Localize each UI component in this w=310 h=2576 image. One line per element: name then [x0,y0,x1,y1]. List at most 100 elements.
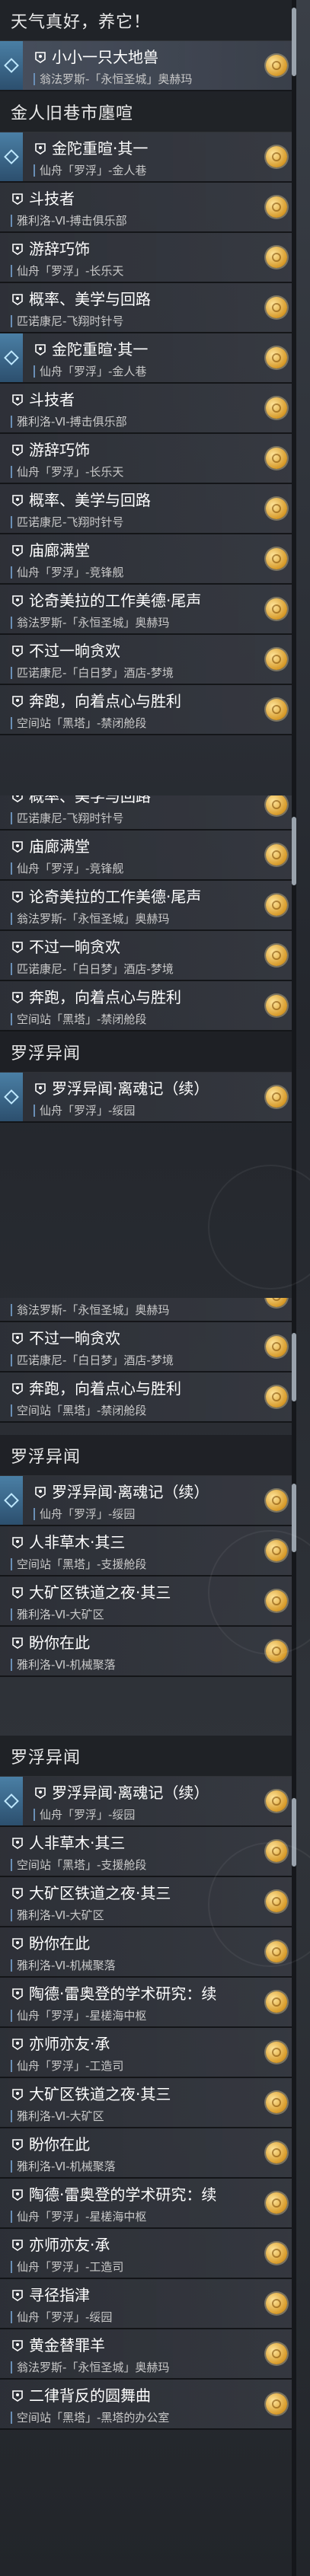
quest-item[interactable]: 金陀重暄·其一 仙舟「罗浮」-金人巷 [0,333,296,384]
quest-item[interactable]: 概率、美学与回路 匹诺康尼-飞翔时针号 [0,484,296,534]
quest-location: 仙舟「罗浮」-绥园 [40,1507,136,1521]
tracked-quest-marker-icon [0,1073,23,1121]
quest-title: 论奇美拉的工作美德·尾声 [29,888,202,906]
scrollbar-thumb[interactable] [292,1333,296,1401]
scrollbar-thumb[interactable] [292,1798,296,1867]
quest-item[interactable]: 游辞巧饰 仙舟「罗浮」-长乐天 [0,434,296,484]
quest-location: 雅利洛-Ⅵ-搏击俱乐部 [17,415,127,429]
quest-title: 陶德·雷奥登的学术研究：续 [29,2185,217,2204]
quest-type-icon [11,242,24,256]
location-pin-icon [11,2109,12,2122]
quest-item[interactable]: 概率、美学与回路 匹诺康尼-飞翔时针号 [0,795,296,831]
reward-coin-icon [266,2343,287,2364]
quest-type-icon [11,1886,24,1900]
quest-item[interactable]: 人非草木·其三 空间站「黑塔」-支援舱段 [0,1827,296,1877]
quest-type-icon [34,1082,47,1095]
quest-item[interactable]: 论奇美拉的工作美德·尾声翁法罗斯-「永恒圣城」奥赫玛 [0,881,296,931]
reward-coin-icon [266,397,287,419]
quest-type-icon [11,2338,24,2352]
quest-location: 雅利洛-Ⅵ-大矿区 [17,2109,104,2123]
quest-item[interactable]: 人非草木·其三 空间站「黑塔」-支援舱段 [0,1526,296,1577]
quest-type-icon [34,1485,47,1499]
quest-list-panel: 罗浮异闻 罗浮异闻·离魂记（续） 仙舟「罗浮」-绥园 人非草木·其三 空间站「黑塔」-支… [0,1435,296,1736]
reward-coin-icon [266,448,287,469]
quest-type-icon [11,1382,24,1395]
quest-item[interactable]: 不过一晌贪欢匹诺康尼-「白日梦」酒店-梦境 [0,635,296,685]
quest-item[interactable]: 陶德·雷奥登的学术研究：续 仙舟「罗浮」-星槎海中枢 [0,1978,296,2028]
location-pin-icon [11,214,12,227]
tracked-quest-marker-icon [0,1777,23,1825]
reward-coin-icon [266,146,287,167]
tracked-quest-marker-icon [0,1476,23,1525]
quest-item[interactable]: 亦师亦友·承 仙舟「罗浮」-工造司 [0,2028,296,2078]
category-header[interactable]: 天气真好，养它！ [0,0,296,41]
reward-coin-icon [266,1490,287,1511]
scrollbar-thumb[interactable] [292,8,296,76]
quest-item[interactable]: 盼你在此 雅利洛-Ⅵ-机械聚落 [0,1627,296,1677]
quest-item[interactable]: 罗浮异闻·离魂记（续） 仙舟「罗浮」-绥园 [0,1777,296,1827]
quest-item[interactable]: 概率、美学与回路 匹诺康尼-飞翔时针号 [0,283,296,333]
quest-item[interactable]: 奔跑，向着点心与胜利 空间站「黑塔」-禁闭舱段 [0,685,296,735]
quest-item[interactable]: 大矿区铁道之夜·其三 雅利洛-Ⅵ-大矿区 [0,1577,296,1627]
location-pin-icon [11,1858,12,1871]
quest-item[interactable]: 小小一只大地兽 翁法罗斯-「永恒圣城」奥赫玛 [0,41,296,91]
quest-item[interactable]: 斗技者 雅利洛-Ⅵ-搏击俱乐部 [0,183,296,233]
quest-item[interactable]: 游辞巧饰 仙舟「罗浮」-长乐天 [0,233,296,283]
quest-item[interactable]: 不过一晌贪欢 匹诺康尼-「白日梦」酒店-梦境 [0,931,296,981]
quest-location: 空间站「黑塔」-禁闭舱段 [17,1404,147,1417]
scrollbar-track[interactable] [292,1736,296,2576]
quest-location: 翁法罗斯-「永恒圣城」奥赫玛 [17,616,170,630]
quest-item[interactable]: 斗技者 雅利洛-Ⅵ-搏击俱乐部 [0,384,296,434]
quest-item[interactable]: 论奇美拉的工作美德·尾声翁法罗斯-「永恒圣城」奥赫玛 [0,585,296,635]
quest-type-icon [11,493,24,507]
quest-location: 仙舟「罗浮」-星槎海中枢 [17,2210,147,2224]
category-header[interactable]: 罗浮异闻 [0,1435,296,1476]
quest-title: 庙廊满堂 [29,541,90,560]
quest-item[interactable]: 论奇美拉的工作美德·尾声翁法罗斯-「永恒圣城」奥赫玛 [0,1298,296,1322]
quest-location: 匹诺康尼-「白日梦」酒店-梦境 [17,666,174,680]
reward-coin-icon [266,2293,287,2314]
quest-item[interactable]: 罗浮异闻·离魂记（续） 仙舟「罗浮」-绥园 [0,1476,296,1526]
quest-item[interactable]: 寻径指津 仙舟「罗浮」-绥园 [0,2279,296,2329]
quest-item[interactable]: 大矿区铁道之夜·其三 雅利洛-Ⅵ-大矿区 [0,2078,296,2128]
quest-item[interactable]: 黄金替罪羊 翁法罗斯-「永恒圣城」奥赫玛 [0,2329,296,2380]
category-header[interactable]: 金人旧巷市廛喧 [0,91,296,132]
quest-title: 概率、美学与回路 [29,491,151,509]
quest-item[interactable]: 盼你在此 雅利洛-Ⅵ-机械聚落 [0,1927,296,1978]
quest-type-icon [11,2389,24,2402]
quest-item[interactable]: 奔跑，向着点心与胜利 空间站「黑塔」-禁闭舱段 [0,981,296,1031]
quest-item[interactable]: 庙廊满堂 仙舟「罗浮」-竞锋舰 [0,831,296,881]
quest-item[interactable]: 不过一晌贪欢 匹诺康尼-「白日梦」酒店-梦境 [0,1322,296,1372]
reward-coin-icon [266,498,287,519]
scrollbar-track[interactable] [292,1298,296,1435]
location-pin-icon [34,365,35,378]
quest-item[interactable]: 奔跑，向着点心与胜利 空间站「黑塔」-禁闭舱段 [0,1372,296,1423]
quest-item[interactable]: 金陀重暄·其一 仙舟「罗浮」-金人巷 [0,132,296,183]
scrollbar-track[interactable] [292,0,296,795]
reward-coin-icon [266,2042,287,2063]
quest-item[interactable]: 亦师亦友·承 仙舟「罗浮」-工造司 [0,2229,296,2279]
quest-item[interactable]: 大矿区铁道之夜·其三 雅利洛-Ⅵ-大矿区 [0,1877,296,1927]
quest-location: 翁法罗斯-「永恒圣城」奥赫玛 [17,2361,170,2374]
category-header[interactable]: 罗浮异闻 [0,1736,296,1777]
scrollbar-thumb[interactable] [292,817,296,885]
location-pin-icon [11,2009,12,2022]
quest-item[interactable]: 盼你在此 雅利洛-Ⅵ-机械聚落 [0,2128,296,2179]
reward-coin-icon [266,995,287,1016]
category-header[interactable]: 罗浮异闻 [0,1031,296,1073]
quest-title: 不过一晌贪欢 [29,642,120,660]
quest-title: 二律背反的圆舞曲 [29,2386,151,2405]
scrollbar-thumb[interactable] [292,1484,296,1552]
quest-location: 雅利洛-Ⅵ-机械聚落 [17,1658,116,1672]
reward-coin-icon [266,1086,287,1108]
quest-location: 翁法罗斯-「永恒圣城」奥赫玛 [17,1303,170,1317]
quest-item[interactable]: 陶德·雷奥登的学术研究：续仙舟「罗浮」-星槎海中枢 [0,2179,296,2229]
scrollbar-track[interactable] [292,1435,296,1736]
scrollbar-track[interactable] [292,795,296,1298]
quest-type-icon [11,940,24,954]
quest-item[interactable]: 庙廊满堂 仙舟「罗浮」-竞锋舰 [0,534,296,585]
quest-item[interactable]: 罗浮异闻·离魂记（续） 仙舟「罗浮」-绥园 [0,1073,296,1123]
quest-item[interactable]: 二律背反的圆舞曲 空间站「黑塔」-黑塔的办公室 [0,2380,296,2430]
quest-title: 斗技者 [29,190,75,208]
reward-coin-icon [266,1590,287,1612]
